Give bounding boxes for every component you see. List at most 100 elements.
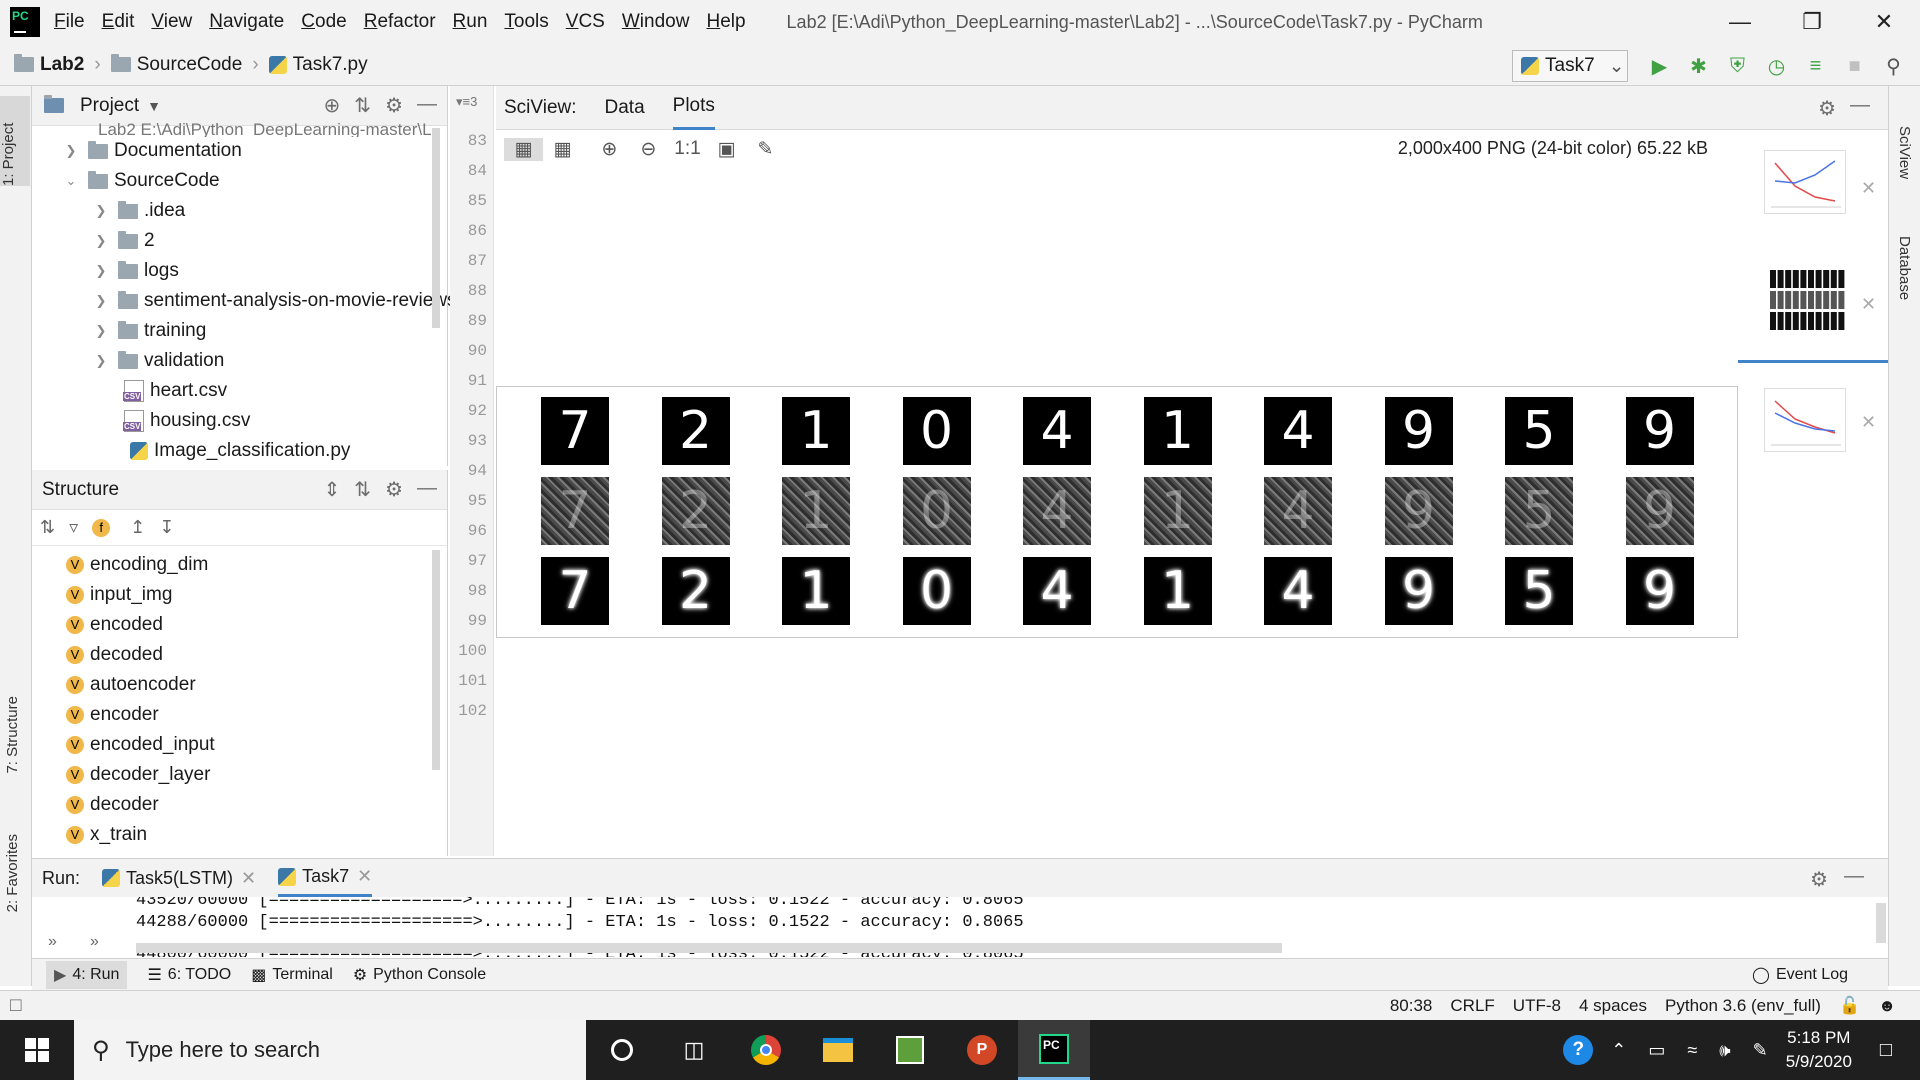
taskbar-search[interactable]: ⚲ Type here to search	[74, 1020, 586, 1080]
tab-plots[interactable]: Plots	[672, 86, 715, 130]
minimize-button[interactable]: —	[1704, 0, 1776, 44]
tree-item-sentiment-analysis[interactable]: ❯ sentiment-analysis-on-movie-reviews	[92, 286, 457, 316]
help-icon[interactable]: ?	[1563, 1035, 1594, 1065]
restore-button[interactable]: ❐	[1776, 0, 1848, 44]
structure-item[interactable]: Vencoding_dim	[66, 550, 208, 580]
tree-item-heart-csv[interactable]: heart.csv	[123, 376, 227, 406]
chevron-right-icon[interactable]: ❯	[62, 143, 80, 159]
autoscroll-from-source-icon[interactable]: ↧	[159, 517, 174, 538]
chevron-right-icon[interactable]: ❯	[92, 263, 110, 279]
task-view-button[interactable]: ◫	[658, 1020, 730, 1080]
tab-data[interactable]: Data	[605, 86, 645, 130]
file-encoding[interactable]: UTF-8	[1513, 996, 1561, 1016]
image-app[interactable]	[874, 1020, 946, 1080]
breadcrumb-lab2[interactable]: Lab2 ›	[14, 54, 107, 76]
plot-thumbnail-2[interactable]	[1768, 266, 1848, 332]
collapse-all-icon[interactable]: ⇅	[354, 93, 371, 118]
wifi-icon[interactable]: ≈	[1687, 1040, 1697, 1061]
hide-icon[interactable]: —	[1844, 865, 1864, 888]
hide-icon[interactable]: —	[1850, 94, 1870, 117]
fit-to-window-icon[interactable]: ▦	[504, 137, 543, 161]
structure-item[interactable]: Vdecoder_layer	[66, 760, 210, 790]
database-tool-tab[interactable]: Database	[1896, 236, 1913, 300]
structure-item[interactable]: Vencoded_input	[66, 730, 215, 760]
zoom-in-icon[interactable]: ⊕	[590, 138, 629, 161]
tool-tab-run[interactable]: ▶ 4: Run	[46, 960, 128, 989]
battery-icon[interactable]: ▭	[1648, 1040, 1665, 1061]
tree-item-housing-csv[interactable]: housing.csv	[123, 406, 250, 436]
background-icon[interactable]: ▣	[707, 138, 746, 161]
tool-tab-event-log[interactable]: ◯ Event Log	[1752, 965, 1848, 985]
close-icon[interactable]: ✕	[1861, 178, 1876, 199]
zoom-out-icon[interactable]: ⊖	[629, 138, 668, 161]
close-icon[interactable]: ✕	[357, 866, 372, 887]
structure-tool-tab[interactable]: 7: Structure	[4, 696, 21, 774]
close-icon[interactable]: ✕	[241, 868, 256, 889]
gear-icon[interactable]: ⚙	[385, 93, 403, 118]
pycharm-app[interactable]: PC	[1018, 1020, 1090, 1080]
menu-refactor[interactable]: Refactor	[364, 11, 436, 33]
menu-run[interactable]: Run	[453, 11, 488, 33]
clock[interactable]: 5:18 PM 5/9/2020	[1786, 1026, 1852, 1074]
menu-edit[interactable]: Edit	[102, 11, 135, 33]
notifications-icon[interactable]: □	[1880, 1039, 1892, 1062]
gear-icon[interactable]: ⚙	[1818, 96, 1836, 121]
grid-icon[interactable]: ▦	[543, 138, 582, 161]
tree-item-idea[interactable]: ❯ .idea	[92, 196, 186, 226]
inspector-icon[interactable]: ☻	[1878, 996, 1896, 1016]
tree-item-2[interactable]: ❯ 2	[92, 226, 155, 256]
run-configuration-select[interactable]: Task7 ⌄	[1512, 50, 1628, 82]
gear-icon[interactable]: ⚙	[1810, 867, 1828, 892]
chevron-right-icon[interactable]: ❯	[92, 233, 110, 249]
coverage-icon[interactable]: ⛨	[1718, 55, 1757, 78]
menu-help[interactable]: Help	[706, 11, 745, 33]
structure-scrollbar[interactable]	[432, 550, 440, 770]
toggle-tool-windows-icon[interactable]: □	[10, 995, 21, 1017]
color-picker-icon[interactable]: ✎	[746, 138, 785, 161]
debug-icon[interactable]: ✱	[1679, 54, 1718, 79]
project-panel-title[interactable]: Project	[80, 95, 139, 117]
chrome-app[interactable]	[730, 1020, 802, 1080]
menu-navigate[interactable]: Navigate	[209, 11, 284, 33]
run-icon[interactable]: ▶	[1640, 54, 1679, 79]
tool-tab-python-console[interactable]: ⚙ Python Console	[353, 965, 486, 985]
tree-item-documentation[interactable]: ❯ Documentation	[62, 136, 242, 166]
file-explorer-app[interactable]	[802, 1020, 874, 1080]
menu-vcs[interactable]: VCS	[566, 11, 605, 33]
structure-item[interactable]: Vautoencoder	[66, 670, 196, 700]
lock-icon[interactable]: 🔓	[1839, 996, 1860, 1016]
caret-down-icon[interactable]: ▼	[147, 98, 161, 114]
chevron-right-icon[interactable]: ❯	[92, 293, 110, 309]
console-vertical-scrollbar[interactable]	[1876, 903, 1886, 943]
chevron-down-icon[interactable]: ⌄	[62, 173, 80, 189]
tool-tab-todo[interactable]: ☰ 6: TODO	[147, 965, 231, 985]
menu-tools[interactable]: Tools	[504, 11, 548, 33]
structure-item[interactable]: Vdecoded	[66, 640, 163, 670]
actual-size-button[interactable]: 1:1	[668, 138, 707, 160]
sort-alpha-icon[interactable]: ⇅	[40, 517, 55, 538]
python-interpreter[interactable]: Python 3.6 (env_full)	[1665, 996, 1821, 1016]
project-scrollbar[interactable]	[432, 128, 440, 328]
collapse-all-icon[interactable]: ⇅	[354, 477, 371, 502]
autoscroll-to-source-icon[interactable]: ↥	[130, 517, 145, 538]
menu-file[interactable]: File	[54, 11, 85, 33]
menu-window[interactable]: Window	[622, 11, 690, 33]
run-tab-task7[interactable]: Task7 ✕	[278, 859, 373, 897]
line-separator[interactable]: CRLF	[1450, 996, 1494, 1016]
show-inherited-icon[interactable]: ▿	[69, 517, 78, 538]
structure-item[interactable]: Vinput_img	[66, 580, 172, 610]
close-icon[interactable]: ✕	[1861, 294, 1876, 315]
locate-icon[interactable]: ⊕	[324, 93, 341, 118]
chevron-up-icon[interactable]: ⌃	[1611, 1040, 1626, 1061]
profile-icon[interactable]: ◷	[1757, 54, 1796, 79]
hide-icon[interactable]: —	[417, 93, 437, 118]
indent-setting[interactable]: 4 spaces	[1579, 996, 1647, 1016]
structure-item[interactable]: Vdecoder	[66, 790, 159, 820]
console-horizontal-scrollbar[interactable]	[136, 943, 1282, 953]
expand-all-icon[interactable]: ⇕	[324, 477, 341, 502]
show-fields-icon[interactable]: f	[92, 518, 111, 537]
fold-icon[interactable]: ▾≡3	[456, 94, 477, 110]
gear-icon[interactable]: ⚙	[385, 477, 403, 502]
search-icon[interactable]: ⚲	[1874, 54, 1913, 79]
tree-item-validation[interactable]: ❯ validation	[92, 346, 225, 376]
